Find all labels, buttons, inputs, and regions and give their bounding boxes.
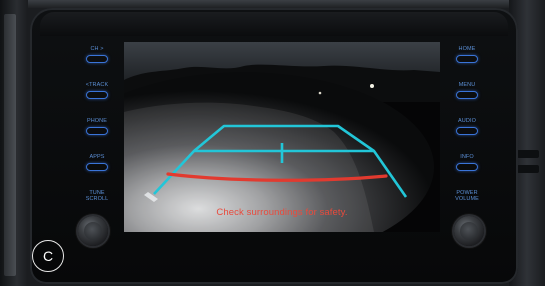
home-button[interactable]: HOME	[444, 46, 490, 76]
home-label: HOME	[458, 46, 476, 52]
info-touch-bar[interactable]	[456, 163, 478, 171]
info-label: INFO	[460, 154, 474, 160]
dashboard-left-trim	[4, 14, 16, 276]
tune-scroll-label-block: TUNE SCROLL	[74, 190, 120, 220]
distant-light	[318, 91, 322, 95]
phone-touch-bar[interactable]	[86, 127, 108, 135]
power-volume-label: POWER VOLUME	[455, 190, 479, 202]
menu-label: MENU	[458, 82, 476, 88]
ch-next-button[interactable]: CH >	[74, 46, 120, 76]
menu-button[interactable]: MENU	[444, 82, 490, 112]
dashboard-top-trim	[0, 0, 545, 8]
phone-label: PHONE	[86, 118, 108, 124]
menu-touch-bar[interactable]	[456, 91, 478, 99]
audio-touch-bar[interactable]	[456, 127, 478, 135]
ch-next-label: CH >	[90, 46, 104, 52]
apps-touch-bar[interactable]	[86, 163, 108, 171]
info-button[interactable]: INFO	[444, 154, 490, 184]
phone-button[interactable]: PHONE	[74, 118, 120, 148]
air-vent-slot	[517, 165, 539, 173]
distant-light	[370, 84, 374, 88]
tune-scroll-label: TUNE SCROLL	[85, 190, 109, 202]
apps-button[interactable]: APPS	[74, 154, 120, 184]
track-prev-button[interactable]: <TRACK	[74, 82, 120, 112]
backup-camera-screen: Check surroundings for safety.	[124, 42, 440, 232]
head-unit-top-bezel	[40, 12, 508, 36]
tune-scroll-knob[interactable]	[78, 216, 108, 246]
safety-warning-text: Check surroundings for safety.	[216, 207, 348, 218]
air-vent-slot	[517, 150, 539, 158]
audio-label: AUDIO	[458, 118, 476, 124]
audio-button[interactable]: AUDIO	[444, 118, 490, 148]
dashboard-left-panel	[0, 0, 28, 286]
camera-view	[124, 42, 440, 232]
track-prev-touch-bar[interactable]	[86, 91, 108, 99]
home-touch-bar[interactable]	[456, 55, 478, 63]
power-volume-knob[interactable]	[454, 216, 484, 246]
track-prev-label: <TRACK	[85, 82, 109, 88]
apps-label: APPS	[89, 154, 105, 160]
ch-next-touch-bar[interactable]	[86, 55, 108, 63]
figure-label-badge: C	[32, 240, 64, 272]
